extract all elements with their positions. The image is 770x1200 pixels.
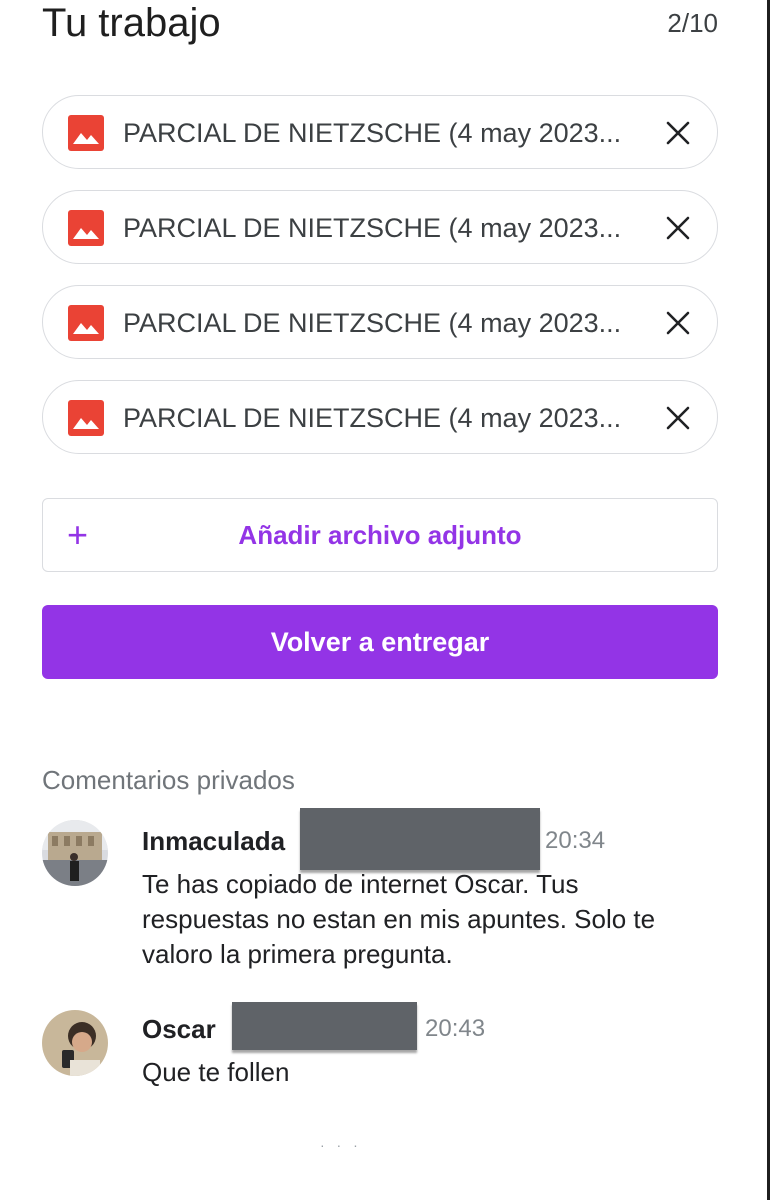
- attachment-chip[interactable]: PARCIAL DE NIETZSCHE (4 may 2023...: [42, 190, 718, 264]
- image-file-icon: [68, 305, 104, 341]
- scroll-hint: · · ·: [320, 1137, 362, 1153]
- image-file-icon: [68, 400, 104, 436]
- resubmit-label: Volver a entregar: [270, 627, 490, 657]
- add-attachment-label: Añadir archivo adjunto: [238, 520, 522, 550]
- work-header: Tu trabajo 2/10: [42, 0, 718, 50]
- attachment-name: PARCIAL DE NIETZSCHE (4 may 2023...: [123, 118, 622, 148]
- attachment-name: PARCIAL DE NIETZSCHE (4 may 2023...: [123, 308, 622, 338]
- page-title: Tu trabajo: [42, 1, 221, 45]
- close-icon[interactable]: [665, 405, 691, 431]
- comment-time: 20:43: [425, 1015, 486, 1042]
- grade-label: 2/10: [667, 8, 718, 38]
- attachment-chip[interactable]: PARCIAL DE NIETZSCHE (4 may 2023...: [42, 285, 718, 359]
- avatar: [42, 1010, 108, 1076]
- comment-author: Oscar: [142, 1014, 216, 1044]
- private-comments-heading: Comentarios privados: [42, 765, 295, 795]
- attachment-chip[interactable]: PARCIAL DE NIETZSCHE (4 may 2023...: [42, 95, 718, 169]
- attachment-list: PARCIAL DE NIETZSCHE (4 may 2023... PARC…: [42, 95, 718, 475]
- comment-author: Inmaculada: [142, 826, 286, 856]
- comment-text: Te has copiado de internet Oscar. Tus re…: [142, 869, 656, 969]
- add-attachment-button[interactable]: + Añadir archivo adjunto: [42, 498, 718, 572]
- attachment-name: PARCIAL DE NIETZSCHE (4 may 2023...: [123, 213, 622, 243]
- attachment-name: PARCIAL DE NIETZSCHE (4 may 2023...: [123, 403, 622, 433]
- attachment-chip[interactable]: PARCIAL DE NIETZSCHE (4 may 2023...: [42, 380, 718, 454]
- avatar: [42, 820, 108, 886]
- comment-item: Oscar 20:43 Que te follen: [42, 1002, 718, 1090]
- comment-text: Que te follen: [142, 1057, 290, 1087]
- redacted-block: [300, 808, 540, 870]
- close-icon[interactable]: [665, 120, 691, 146]
- comment-time: 20:34: [545, 827, 606, 854]
- comment-item: Inmaculada 20:34 Te has copiado de inter…: [42, 808, 718, 970]
- redacted-block: [232, 1002, 417, 1050]
- image-file-icon: [68, 210, 104, 246]
- resubmit-button[interactable]: Volver a entregar: [42, 605, 718, 679]
- close-icon[interactable]: [665, 215, 691, 241]
- close-icon[interactable]: [665, 310, 691, 336]
- image-file-icon: [68, 115, 104, 151]
